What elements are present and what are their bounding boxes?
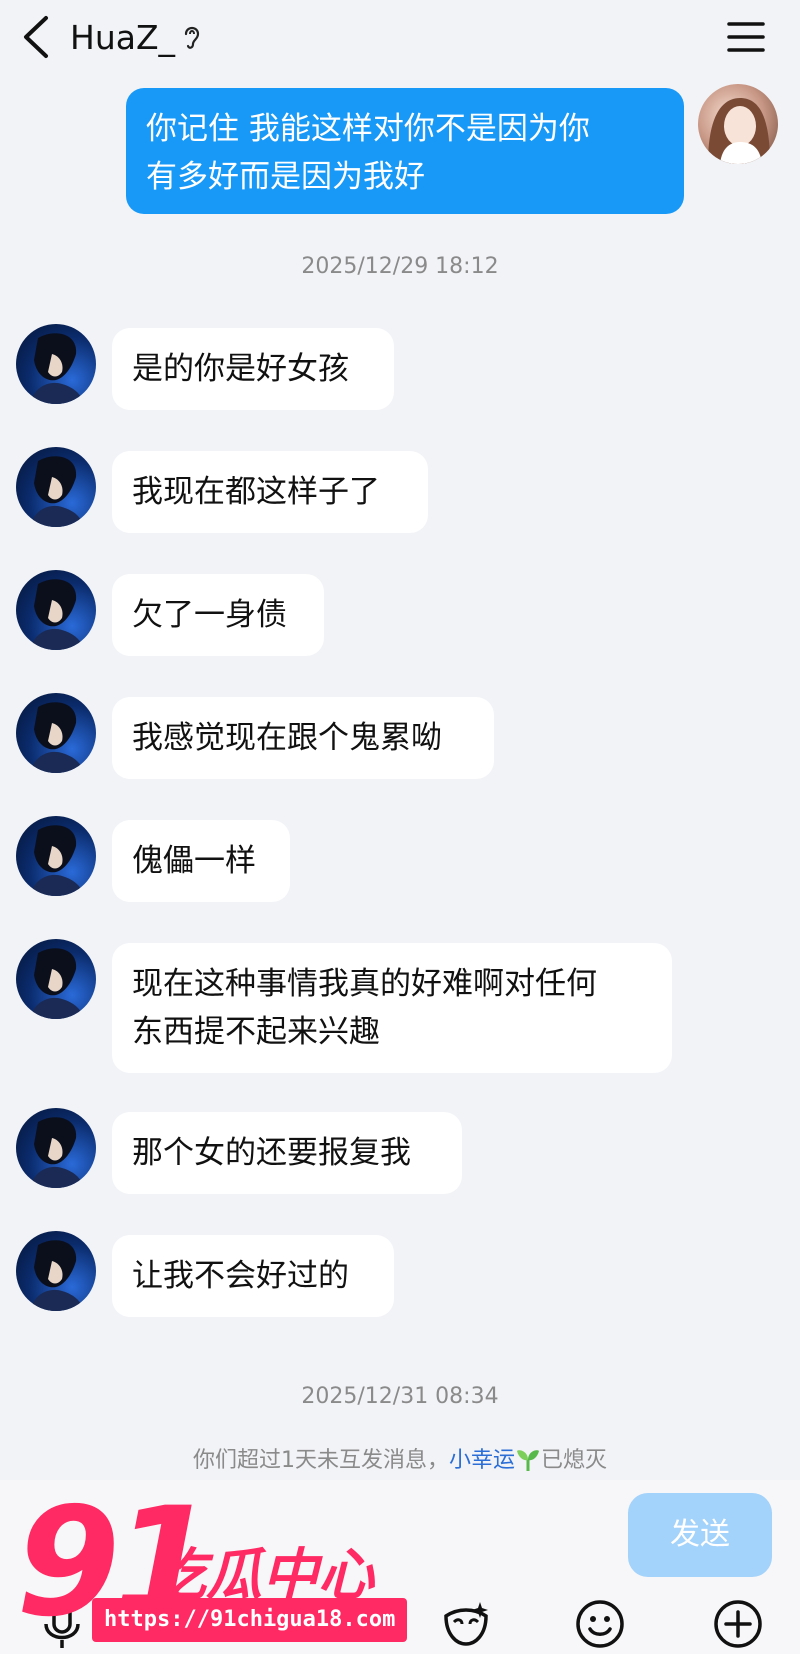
contact-avatar[interactable] [16, 447, 96, 527]
system-notice-suffix: 已熄灭 [541, 1448, 608, 1473]
contact-avatar[interactable] [16, 693, 96, 773]
streak-link[interactable]: 小幸运 [449, 1448, 515, 1473]
contact-avatar[interactable] [16, 939, 96, 1019]
system-notice-prefix: 你们超过1天未互发消息， [192, 1448, 449, 1473]
message-bubble-incoming[interactable]: 我感觉现在跟个鬼累呦 [112, 697, 494, 779]
message-line: 有多好而是因为我好 [146, 159, 425, 195]
message-line: 东西提不起来兴趣 [132, 1014, 380, 1050]
contact-avatar[interactable] [16, 324, 96, 404]
sprout-icon [515, 1448, 541, 1473]
message-line: 你记住 我能这样对你不是因为你 [146, 111, 590, 147]
send-button[interactable]: 发送 [628, 1493, 772, 1577]
message-bubble-incoming[interactable]: 我现在都这样子了 [112, 451, 428, 533]
contact-avatar[interactable] [16, 816, 96, 896]
my-avatar[interactable] [698, 84, 778, 164]
timestamp: 2025/12/31 08:34 [301, 1384, 499, 1409]
timestamp: 2025/12/29 18:12 [301, 254, 499, 279]
mask-icon[interactable] [440, 1598, 492, 1650]
system-notice: 你们超过1天未互发消息，小幸运 已熄灭 [0, 1442, 800, 1474]
message-bubble-incoming[interactable]: 现在这种事情我真的好难啊对任何 东西提不起来兴趣 [112, 943, 672, 1073]
smiley-icon[interactable] [574, 1598, 626, 1650]
message-bubble-incoming[interactable]: 是的你是好女孩 [112, 328, 394, 410]
back-arrow-icon[interactable] [18, 14, 58, 60]
message-bubble-incoming[interactable]: 欠了一身债 [112, 574, 324, 656]
menu-icon[interactable] [726, 20, 766, 54]
watermark-url: https://91chigua18.com [92, 1598, 408, 1642]
message-bubble-incoming[interactable]: 那个女的还要报复我 [112, 1112, 462, 1194]
message-line: 现在这种事情我真的好难啊对任何 [132, 966, 597, 1002]
chat-header: HuaZ_ [0, 0, 800, 80]
message-bubble-incoming[interactable]: 傀儡一样 [112, 820, 290, 902]
plus-icon[interactable] [712, 1598, 764, 1650]
contact-avatar[interactable] [16, 570, 96, 650]
contact-avatar[interactable] [16, 1231, 96, 1311]
ear-icon[interactable] [180, 22, 204, 52]
contact-name[interactable]: HuaZ_ [70, 16, 175, 60]
message-bubble-incoming[interactable]: 让我不会好过的 [112, 1235, 394, 1317]
contact-avatar[interactable] [16, 1108, 96, 1188]
message-bubble-outgoing[interactable]: 你记住 我能这样对你不是因为你 有多好而是因为我好 [126, 88, 684, 214]
